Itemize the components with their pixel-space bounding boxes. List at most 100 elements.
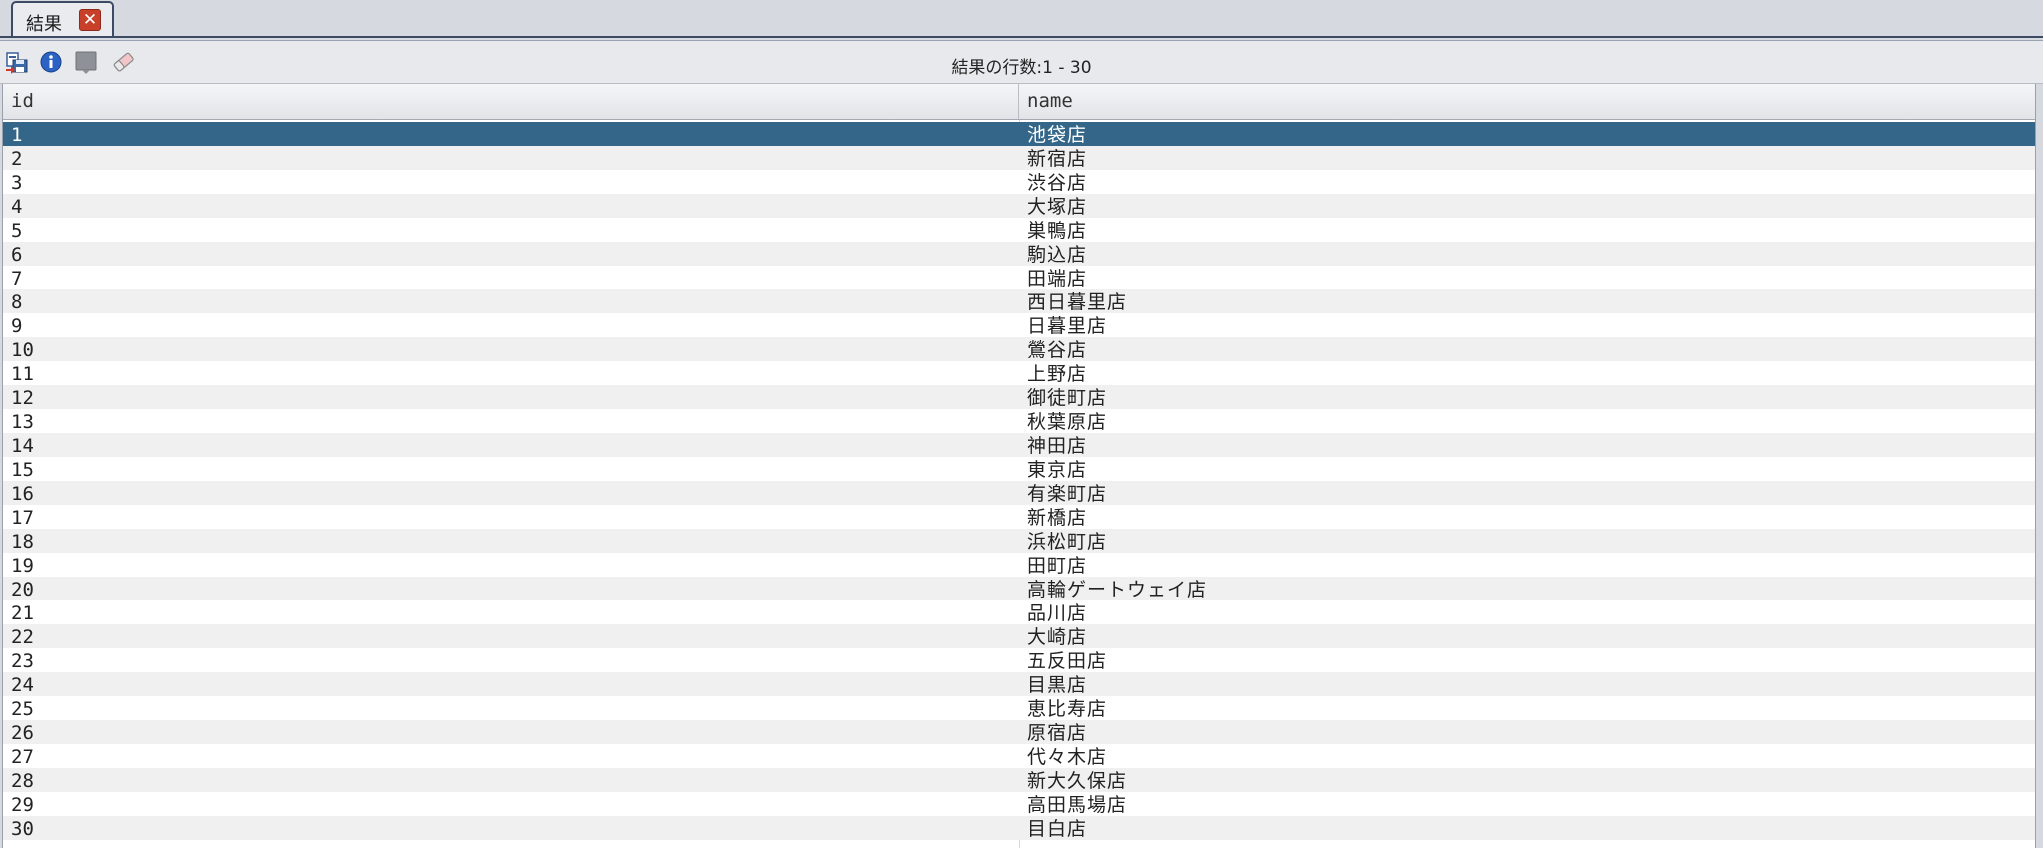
cell-id[interactable]: 6	[11, 242, 22, 266]
cell-name[interactable]: 有楽町店	[1027, 481, 1107, 505]
cell-name[interactable]: 品川店	[1027, 600, 1087, 624]
table-row[interactable]: 24 目黒店	[3, 672, 2035, 696]
table-row[interactable]: 8 西日暮里店	[3, 289, 2035, 313]
cell-id[interactable]: 21	[11, 600, 34, 624]
cell-id[interactable]: 8	[11, 289, 22, 313]
table-row[interactable]: 3 渋谷店	[3, 169, 2035, 194]
close-icon[interactable]: ✕	[79, 9, 101, 31]
cell-name[interactable]: 大崎店	[1027, 624, 1087, 648]
cell-id[interactable]: 20	[11, 577, 34, 601]
table-row[interactable]: 23 五反田店	[3, 648, 2035, 672]
table-row[interactable]: 21 品川店	[3, 600, 2035, 624]
cell-id[interactable]: 11	[11, 361, 34, 385]
cell-name[interactable]: 浜松町店	[1027, 529, 1107, 553]
cell-id[interactable]: 1	[11, 122, 22, 146]
table-row[interactable]: 1 池袋店	[3, 122, 2035, 146]
cell-id[interactable]: 15	[11, 457, 34, 481]
cell-id[interactable]: 30	[11, 816, 34, 840]
table-row[interactable]: 22 大崎店	[3, 624, 2035, 648]
cell-id[interactable]: 22	[11, 624, 34, 648]
cell-id[interactable]: 7	[11, 266, 22, 290]
cell-name[interactable]: 田端店	[1027, 266, 1087, 290]
table-row[interactable]: 17 新橋店	[3, 504, 2035, 529]
cell-id[interactable]: 17	[11, 505, 34, 529]
table-row[interactable]: 6 駒込店	[3, 241, 2035, 266]
table-row[interactable]: 20 高輪ゲートウェイ店	[3, 576, 2035, 601]
cell-name[interactable]: 巣鴨店	[1027, 218, 1087, 242]
cell-name[interactable]: 目黒店	[1027, 672, 1087, 696]
table-row[interactable]: 9 日暮里店	[3, 313, 2035, 337]
cell-name[interactable]: 新橋店	[1027, 505, 1087, 529]
table-row[interactable]: 27 代々木店	[3, 743, 2035, 768]
cell-id[interactable]: 28	[11, 768, 34, 792]
cell-name[interactable]: 日暮里店	[1027, 313, 1107, 337]
table-row[interactable]: 14 神田店	[3, 432, 2035, 457]
cell-id[interactable]: 24	[11, 672, 34, 696]
cell-id[interactable]: 10	[11, 337, 34, 361]
tab-label: 結果	[26, 14, 62, 35]
table-row[interactable]: 7 田端店	[3, 265, 2035, 290]
tab-strip: 結果 ✕	[0, 0, 2043, 38]
cell-name[interactable]: 御徒町店	[1027, 385, 1107, 409]
cell-id[interactable]: 12	[11, 385, 34, 409]
table-row[interactable]: 5 巣鴨店	[3, 217, 2035, 242]
cell-name[interactable]: 高輪ゲートウェイ店	[1027, 577, 1207, 601]
results-grid[interactable]: id name 1 池袋店 2 新宿店 3 渋谷店 4 大塚店 5 巣鴨店 6 駒込店 7 田端店 8 西日暮…	[2, 84, 2036, 848]
grid-rows: 1 池袋店 2 新宿店 3 渋谷店 4 大塚店 5 巣鴨店 6 駒込店 7 田端店 8 西日暮里店 9 日暮里店 1…	[3, 122, 2035, 840]
table-row[interactable]: 2 新宿店	[3, 145, 2035, 170]
table-row[interactable]: 4 大塚店	[3, 193, 2035, 218]
tab-results[interactable]: 結果 ✕	[11, 1, 114, 38]
cell-id[interactable]: 23	[11, 648, 34, 672]
table-row[interactable]: 19 田町店	[3, 552, 2035, 577]
table-row[interactable]: 18 浜松町店	[3, 528, 2035, 553]
cell-name[interactable]: 新大久保店	[1027, 768, 1127, 792]
cell-id[interactable]: 19	[11, 553, 34, 577]
table-row[interactable]: 28 新大久保店	[3, 767, 2035, 792]
cell-name[interactable]: 恵比寿店	[1027, 696, 1107, 720]
cell-id[interactable]: 27	[11, 744, 34, 768]
cell-id[interactable]: 3	[11, 170, 22, 194]
cell-name[interactable]: 秋葉原店	[1027, 409, 1107, 433]
cell-id[interactable]: 5	[11, 218, 22, 242]
cell-id[interactable]: 2	[11, 146, 22, 170]
table-row[interactable]: 10 鶯谷店	[3, 337, 2035, 361]
cell-id[interactable]: 18	[11, 529, 34, 553]
cell-name[interactable]: 高田馬場店	[1027, 792, 1127, 816]
column-header-name[interactable]: name	[1019, 84, 2035, 119]
cell-name[interactable]: 神田店	[1027, 433, 1087, 457]
cell-name[interactable]: 東京店	[1027, 457, 1087, 481]
cell-name[interactable]: 上野店	[1027, 361, 1087, 385]
cell-name[interactable]: 西日暮里店	[1027, 289, 1127, 313]
cell-name[interactable]: 鶯谷店	[1027, 337, 1087, 361]
cell-id[interactable]: 9	[11, 313, 22, 337]
cell-id[interactable]: 29	[11, 792, 34, 816]
cell-id[interactable]: 4	[11, 194, 22, 218]
table-row[interactable]: 11 上野店	[3, 361, 2035, 385]
table-row[interactable]: 25 恵比寿店	[3, 696, 2035, 720]
table-row[interactable]: 15 東京店	[3, 456, 2035, 481]
table-row[interactable]: 26 原宿店	[3, 720, 2035, 744]
cell-name[interactable]: 原宿店	[1027, 720, 1087, 744]
cell-name[interactable]: 池袋店	[1027, 122, 1087, 146]
cell-name[interactable]: 大塚店	[1027, 194, 1087, 218]
table-row[interactable]: 16 有楽町店	[3, 480, 2035, 505]
cell-id[interactable]: 16	[11, 481, 34, 505]
cell-id[interactable]: 13	[11, 409, 34, 433]
cell-name[interactable]: 駒込店	[1027, 242, 1087, 266]
cell-id[interactable]: 26	[11, 720, 34, 744]
table-row[interactable]: 12 御徒町店	[3, 385, 2035, 409]
cell-id[interactable]: 14	[11, 433, 34, 457]
result-count: 結果の行数:1 - 30	[951, 58, 1092, 78]
cell-id[interactable]: 25	[11, 696, 34, 720]
cell-name[interactable]: 五反田店	[1027, 648, 1107, 672]
table-row[interactable]: 29 高田馬場店	[3, 791, 2035, 816]
cell-name[interactable]: 目白店	[1027, 816, 1087, 840]
table-row[interactable]: 13 秋葉原店	[3, 409, 2035, 433]
grid-header: id name	[3, 84, 2035, 120]
cell-name[interactable]: 新宿店	[1027, 146, 1087, 170]
cell-name[interactable]: 田町店	[1027, 553, 1087, 577]
cell-name[interactable]: 代々木店	[1027, 744, 1107, 768]
column-header-id[interactable]: id	[3, 84, 1019, 119]
table-row[interactable]: 30 目白店	[3, 815, 2035, 840]
cell-name[interactable]: 渋谷店	[1027, 170, 1087, 194]
